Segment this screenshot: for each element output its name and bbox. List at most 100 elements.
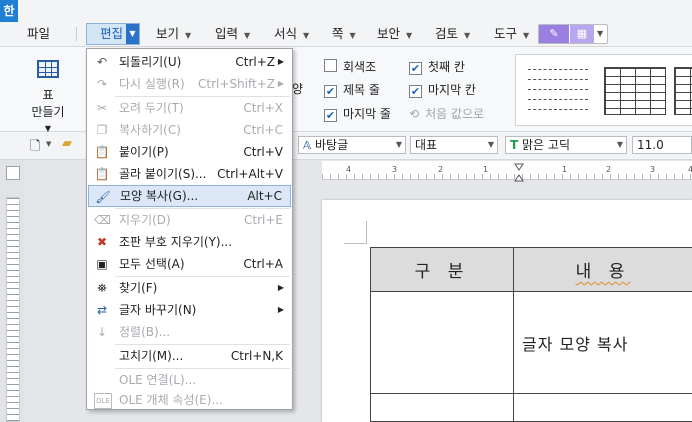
menu-view[interactable]: 보기 ▼ (156, 22, 191, 46)
edit-menu-dropdown: ↶ 되돌리기(U) Ctrl+Z ▶ ↷ 다시 실행(R) Ctrl+Shift… (86, 48, 293, 410)
menu-item-undo[interactable]: ↶ 되돌리기(U) Ctrl+Z ▶ (88, 51, 291, 73)
menu-item-label: 글자 바꾸기(N) (119, 303, 197, 317)
menu-item-label: 찾기(F) (119, 281, 158, 295)
table-style-thumb[interactable] (604, 67, 666, 115)
new-document-icon[interactable]: 🗋 (30, 137, 40, 159)
ole-icon: OLE (94, 393, 112, 409)
menu-item-ole-link[interactable]: OLE 연결(L)... (88, 369, 291, 391)
font-size-input[interactable]: 11.0 (632, 136, 692, 154)
menu-page[interactable]: 쪽 ▼ (332, 22, 356, 46)
menu-item-copy[interactable]: ❐ 복사하기(C) Ctrl+C (88, 119, 291, 141)
horizontal-ruler[interactable] (322, 161, 692, 180)
font-select[interactable]: T 맑은 고딕 ▼ (505, 136, 627, 154)
menu-item-shortcut: Ctrl+E (244, 213, 283, 227)
font-value: 맑은 고딕 (522, 138, 570, 152)
vertical-ruler[interactable] (6, 197, 20, 422)
header-row-checkbox[interactable]: ✔ 제목 줄 (324, 81, 380, 99)
menu-item-modify[interactable]: 고치기(M)... Ctrl+N,K (88, 345, 291, 367)
menu-item-label: OLE 연결(L)... (119, 373, 197, 387)
checkmark-icon: ✔ (324, 109, 337, 122)
table-style-gallery[interactable] (515, 54, 692, 126)
checkbox-icon (324, 59, 337, 72)
chevron-right-icon: ▶ (277, 57, 284, 66)
select-all-icon: ▣ (96, 257, 108, 271)
menu-item-remove-marks[interactable]: ✖ 조판 부호 지우기(Y)... (88, 231, 291, 253)
language-select[interactable]: 대표 ▼ (410, 136, 498, 154)
menu-input[interactable]: 입력 ▼ (215, 22, 250, 46)
grayscale-label: 회색조 (343, 60, 377, 74)
layout-edit-icon[interactable]: ✎ (539, 25, 569, 43)
last-row-checkbox[interactable]: ✔ 마지막 줄 (324, 105, 391, 123)
paragraph-style-select[interactable]: 𝔸 바탕글 ▼ (298, 136, 406, 154)
first-column-checkbox[interactable]: ✔ 첫째 칸 (409, 58, 465, 76)
menu-item-redo[interactable]: ↷ 다시 실행(R) Ctrl+Shift+Z ▶ (88, 73, 291, 95)
table-header-cell[interactable]: 구 분 (370, 247, 514, 292)
menu-file[interactable]: 파일 (27, 22, 50, 46)
create-table-label-1: 표 (42, 88, 54, 102)
menu-security[interactable]: 보안 ▼ (377, 22, 412, 46)
find-icon: ⛯ (97, 281, 107, 295)
first-column-label: 첫째 칸 (428, 60, 465, 74)
menu-edit-label: 편집 (100, 26, 124, 41)
reset-default-button[interactable]: ⟲ 처음 값으로 (409, 105, 484, 123)
menu-page-label: 쪽 (332, 26, 344, 41)
menu-security-label: 보안 (377, 26, 401, 41)
ruler-number: 2 (438, 165, 444, 174)
chevron-down-icon: ▼ (616, 140, 623, 149)
table-cell[interactable] (513, 393, 692, 422)
margin-corner-mark (344, 221, 367, 244)
menu-item-select-all[interactable]: ▣ 모두 선택(A) Ctrl+A (88, 253, 291, 275)
menu-item-find[interactable]: ⛯ 찾기(F) ▶ (88, 277, 291, 299)
menu-item-replace[interactable]: ⇄ 글자 바꾸기(N) ▶ (88, 299, 291, 321)
ribbon-partial-label: 양 (292, 82, 304, 96)
menu-item-erase[interactable]: ⌫ 지우기(D) Ctrl+E (88, 209, 291, 231)
reset-default-label: 처음 값으로 (425, 107, 485, 121)
chevron-down-icon[interactable]: ▼ (126, 24, 139, 44)
sort-icon: ↓ (96, 325, 108, 339)
menu-item-paste[interactable]: 📋 붙이기(P) Ctrl+V (88, 141, 291, 163)
menu-file-label: 파일 (27, 26, 51, 41)
layout-grid-icon[interactable]: ▦ (570, 25, 594, 43)
title-bar (0, 0, 692, 22)
menu-format[interactable]: 서식 ▼ (274, 22, 309, 46)
ruler-number: 3 (392, 165, 398, 174)
create-table-button[interactable]: 표 만들기 ▼ (28, 60, 68, 134)
menu-item-ole-properties[interactable]: OLE OLE 개체 속성(E)... (88, 389, 291, 411)
menu-tools[interactable]: 도구 ▼ (494, 22, 529, 46)
document-table[interactable]: 구 분 내 용 글자 모양 복사 (370, 247, 692, 422)
menu-item-sort[interactable]: ↓ 정렬(B)... (88, 321, 291, 343)
table-icon (37, 60, 59, 78)
last-row-label: 마지막 줄 (343, 107, 391, 121)
copy-icon: ❐ (96, 123, 108, 137)
view-mode-toggle[interactable]: ✎ ▦ ▼ (538, 24, 608, 44)
chevron-down-icon[interactable]: ▼ (597, 25, 603, 43)
indent-marker-icon[interactable] (514, 163, 524, 183)
table-cell[interactable] (370, 291, 514, 394)
table-header-cell[interactable]: 내 용 (513, 247, 692, 292)
header-row-label: 제목 줄 (343, 83, 380, 97)
open-folder-icon[interactable]: ▰ (62, 136, 72, 151)
chevron-down-icon: ▼ (406, 31, 413, 40)
menu-item-label: 조판 부호 지우기(Y)... (119, 235, 233, 249)
chevron-right-icon: ▶ (277, 79, 284, 88)
last-column-checkbox[interactable]: ✔ 마지막 칸 (409, 81, 476, 99)
menu-review[interactable]: 검토 ▼ (435, 22, 470, 46)
menu-edit[interactable]: 편집 ▼ (86, 23, 140, 45)
app-logo-icon: 한 (0, 0, 18, 22)
menu-item-label: 되돌리기(U) (119, 55, 182, 69)
menu-item-paste-special[interactable]: 📋 골라 붙이기(S)... Ctrl+Alt+V (88, 163, 291, 185)
table-style-thumb[interactable] (674, 67, 692, 115)
chevron-down-icon[interactable]: ▼ (46, 140, 51, 148)
menu-item-label: 다시 실행(R) (119, 77, 185, 91)
table-cell[interactable]: 글자 모양 복사 (513, 291, 692, 394)
redo-icon: ↷ (96, 77, 108, 91)
style-icon: 𝔸 (303, 139, 312, 152)
replace-icon: ⇄ (96, 303, 108, 317)
menu-input-label: 입력 (215, 26, 239, 41)
grayscale-checkbox[interactable]: 회색조 (324, 58, 376, 76)
menu-item-format-painter[interactable]: 🖌 모양 복사(G)... Alt+C (88, 185, 291, 207)
menu-item-label: 모양 복사(G)... (120, 189, 199, 203)
tab-type-selector[interactable] (6, 166, 20, 180)
table-cell[interactable] (370, 393, 514, 422)
menu-item-cut[interactable]: ✂ 오려 두기(T) Ctrl+X (88, 97, 291, 119)
